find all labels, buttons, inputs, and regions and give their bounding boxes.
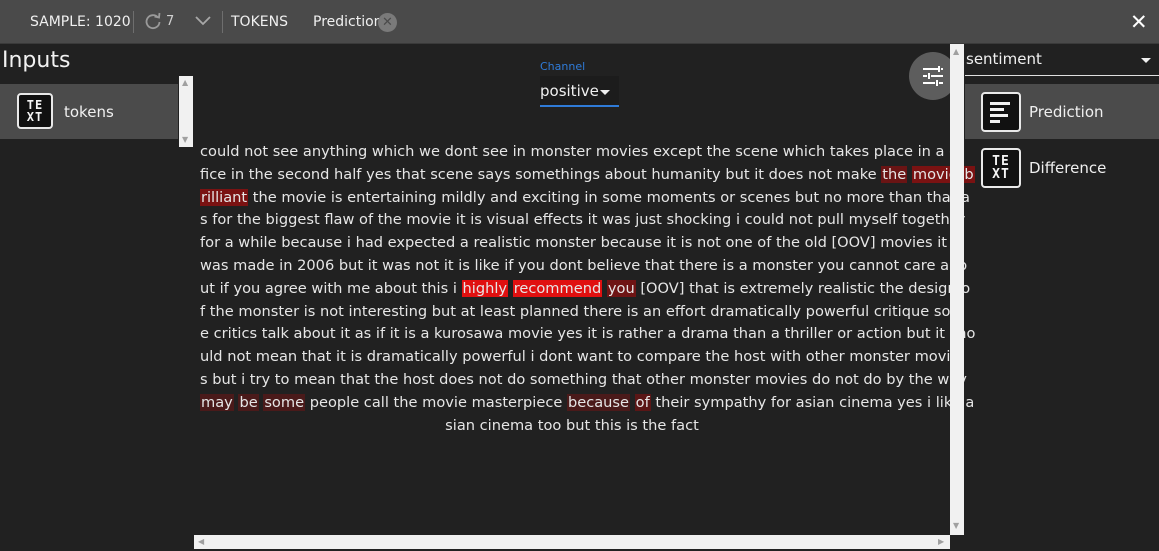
highlighted-token[interactable]: because (566, 393, 631, 411)
output-item-label: Difference (1029, 159, 1107, 177)
text-line: s but i try to mean that the host does n… (200, 369, 967, 392)
scroll-up-icon[interactable]: ▲ (953, 48, 959, 56)
text-line: fice in the second half yes that scene s… (200, 164, 975, 187)
center-vertical-scrollbar[interactable]: ▲ ▼ (950, 44, 964, 535)
tab-prediction[interactable]: Prediction (313, 13, 383, 31)
caret-down-icon (1141, 58, 1151, 63)
text-line: sian cinema too but this is the fact (200, 415, 944, 438)
output-item-difference[interactable]: TE XT Difference (965, 140, 1159, 195)
text-line: rilliant the movie is entertaining mildl… (200, 187, 970, 210)
token-text: [OOV] that is extremely realistic the de… (635, 279, 971, 297)
tokens-label[interactable]: TOKENS (231, 13, 288, 31)
text-line: e critics talk about it as if it is a ku… (200, 323, 975, 346)
highlighted-token[interactable]: highly (461, 279, 509, 297)
top-bar: SAMPLE: 1020 7 TOKENS Prediction ✕ ✕ (0, 0, 1159, 44)
highlighted-token[interactable]: the (881, 165, 908, 183)
scroll-left-icon[interactable]: ◀ (198, 538, 204, 546)
token-text: s for the biggest flaw of the movie it i… (200, 211, 965, 229)
text-line: ut if you agree with me about this i hig… (200, 278, 970, 301)
highlighted-token[interactable]: rilliant (200, 188, 249, 206)
text-line: s for the biggest flaw of the movie it i… (200, 209, 965, 232)
output-item-label: Prediction (1029, 103, 1104, 121)
token-text: e critics talk about it as if it is a ku… (200, 325, 976, 343)
output-field-select[interactable]: sentiment (965, 44, 1159, 76)
scroll-up-icon[interactable]: ▲ (182, 79, 188, 87)
text-icon: TE XT (17, 93, 53, 129)
token-text: was made in 2006 but it was not it is li… (200, 256, 968, 274)
channel-value: positive (540, 82, 599, 100)
text-line: may be some people call the movie master… (200, 392, 974, 415)
divider (133, 11, 134, 33)
sample-label: SAMPLE: 1020 (30, 14, 131, 30)
caret-down-icon (600, 90, 610, 95)
bar-chart-icon (981, 92, 1021, 132)
output-item-prediction[interactable]: Prediction (965, 84, 1159, 139)
highlighted-token[interactable]: recommend (512, 279, 603, 297)
text-line: f the monster is not interesting but at … (200, 301, 965, 324)
text-line: could not see anything which we dont see… (200, 141, 963, 164)
highlighted-token[interactable]: some (263, 393, 306, 411)
highlighted-token[interactable]: of (634, 393, 651, 411)
token-text: uld not mean that it is dramatically pow… (200, 348, 960, 366)
highlighted-token[interactable]: may (200, 393, 234, 411)
token-text: people call the movie masterpiece (305, 393, 567, 411)
refresh-count: 7 (166, 14, 175, 29)
token-text: for a while because i had expected a rea… (200, 234, 948, 252)
output-field-value: sentiment (966, 50, 1042, 68)
token-text: ut if you agree with me about this i (200, 279, 462, 297)
input-item-tokens[interactable]: TE XT tokens (0, 84, 178, 139)
text-icon: TE XT (981, 148, 1021, 188)
close-tab-icon[interactable]: ✕ (378, 13, 397, 32)
channel-select[interactable]: positive (540, 76, 619, 107)
left-scrollbar[interactable]: ▲ ▼ (179, 76, 193, 147)
token-text: f the monster is not interesting but at … (200, 302, 965, 320)
refresh-icon[interactable] (143, 11, 163, 36)
token-text: the movie is entertaining mildly and exc… (248, 188, 971, 206)
channel-label: Channel (540, 60, 586, 73)
text-line: was made in 2006 but it was not it is li… (200, 255, 967, 278)
token-text: could not see anything which we dont see… (200, 143, 964, 160)
text-line: uld not mean that it is dramatically pow… (200, 346, 959, 369)
text-line: for a while because i had expected a rea… (200, 232, 948, 255)
highlighted-token[interactable]: you (606, 279, 636, 297)
chevron-down-icon[interactable] (195, 14, 211, 33)
highlighted-token[interactable]: be (238, 393, 259, 411)
token-text-display: could not see anything which we dont see… (200, 141, 975, 438)
input-item-label: tokens (64, 103, 114, 121)
token-text: sian cinema too but this is the fact (445, 416, 699, 434)
divider (222, 11, 223, 33)
token-text: fice in the second half yes that scene s… (200, 165, 882, 183)
scroll-down-icon[interactable]: ▼ (953, 522, 959, 530)
close-icon[interactable]: ✕ (1130, 10, 1148, 34)
token-text: s but i try to mean that the host does n… (200, 370, 967, 388)
scroll-right-icon[interactable]: ▶ (938, 538, 944, 546)
token-text: their sympathy for asian cinema yes i li… (650, 393, 975, 411)
center-horizontal-scrollbar[interactable]: ◀ ▶ (194, 535, 950, 549)
scroll-down-icon[interactable]: ▼ (182, 136, 188, 144)
inputs-title: Inputs (2, 48, 71, 73)
